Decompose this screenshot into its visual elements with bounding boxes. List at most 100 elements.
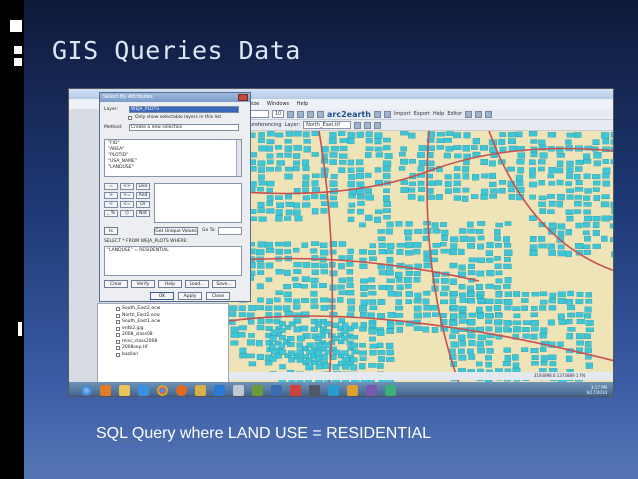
export-menu[interactable]: Export [414, 111, 430, 117]
toc-checkbox[interactable] [116, 320, 120, 325]
toc-checkbox[interactable] [116, 307, 120, 312]
media-player-icon[interactable] [100, 384, 111, 396]
parcel [265, 305, 273, 311]
map-view[interactable] [229, 131, 613, 383]
parcel [539, 291, 548, 297]
operator-button[interactable]: > [104, 192, 118, 199]
field-list[interactable]: "FID" "AREA" "PLOTID" "USA_NAME" "LANDUS… [104, 139, 242, 177]
tool-button[interactable] [364, 121, 372, 129]
load-button[interactable]: Load... [185, 280, 209, 288]
parcel [517, 167, 524, 174]
toc-checkbox[interactable] [116, 346, 120, 351]
app-icon[interactable] [385, 384, 396, 396]
arcmap-icon[interactable] [271, 384, 282, 396]
apply-button[interactable]: Apply [178, 292, 202, 300]
parcel [400, 179, 408, 185]
editor-menu[interactable]: Editor [447, 111, 462, 117]
get-unique-values-button[interactable]: Get Unique Values [154, 227, 198, 235]
field-list-scrollbar[interactable] [236, 140, 241, 176]
app-icon[interactable] [290, 384, 301, 396]
dialog-close-icon[interactable] [238, 94, 248, 101]
operator-button[interactable]: _ % [104, 210, 118, 217]
app-icon[interactable] [366, 384, 377, 396]
field-item[interactable]: "LANDUSE" [108, 165, 238, 171]
operator-button[interactable]: () [120, 210, 134, 217]
explorer-icon[interactable] [119, 384, 130, 396]
parcel [367, 312, 375, 319]
dropbox-icon[interactable] [214, 384, 225, 396]
parcel [529, 250, 538, 256]
font-size-combo[interactable]: 10 [272, 110, 284, 118]
unique-values-list[interactable] [154, 183, 242, 223]
where-clause-textbox[interactable]: "LANDUSE" = RESIDENTIAL [104, 246, 242, 276]
operator-button[interactable]: < [104, 201, 118, 208]
operator-button[interactable]: Not [136, 210, 150, 217]
toc-item[interactable]: bazilon [116, 352, 228, 359]
tool-button[interactable] [354, 121, 362, 129]
toc-checkbox[interactable] [116, 352, 120, 357]
operator-button[interactable]: Or [136, 201, 150, 208]
app-icon[interactable] [252, 384, 263, 396]
tool-button[interactable] [485, 110, 493, 118]
clear-button[interactable]: Clear [104, 280, 128, 288]
parcel [310, 248, 318, 254]
parcel [426, 160, 435, 167]
tool-button[interactable] [373, 110, 381, 118]
app-icon[interactable] [328, 384, 339, 396]
parcel [396, 326, 403, 333]
folder-icon[interactable] [195, 384, 206, 396]
layer-select[interactable]: WEJA_PLOTS [129, 106, 239, 113]
tool-button[interactable] [383, 110, 391, 118]
parcel [378, 356, 386, 362]
layer-combo[interactable]: North_East.tif [303, 121, 352, 129]
method-select[interactable]: Create a new selection [129, 124, 239, 131]
help-menu[interactable]: Help [433, 111, 444, 117]
toc-checkbox[interactable] [116, 313, 120, 318]
start-orb-icon[interactable] [81, 384, 92, 396]
arc2earth-logo[interactable]: arc2earth [327, 110, 371, 119]
tool-button[interactable] [465, 110, 473, 118]
app-icon[interactable] [309, 384, 320, 396]
help-button[interactable]: Help [158, 280, 182, 288]
menu-item-windows[interactable]: Windows [267, 101, 289, 107]
close-button[interactable]: Close [206, 292, 230, 300]
operator-button[interactable]: And [136, 192, 150, 199]
operator-button[interactable]: >= [120, 192, 134, 199]
parcel [516, 131, 523, 138]
font-color-button[interactable] [317, 110, 324, 118]
parcel [495, 278, 503, 284]
operator-button[interactable]: <> [120, 183, 134, 190]
import-menu[interactable]: Import [394, 111, 411, 117]
parcel [405, 250, 414, 256]
operator-button[interactable]: = [104, 183, 118, 190]
toc-checkbox[interactable] [116, 339, 120, 344]
internet-explorer-icon[interactable] [138, 384, 149, 396]
chrome-icon[interactable] [157, 384, 168, 396]
parcel [479, 145, 488, 151]
ok-button[interactable]: OK [150, 292, 174, 300]
system-clock[interactable]: 3:17 PM 6/17/2014 [586, 385, 613, 395]
operator-button[interactable]: Like [136, 183, 150, 190]
toc-checkbox[interactable] [116, 333, 120, 338]
parcel [338, 241, 347, 247]
underline-button[interactable] [307, 110, 314, 118]
menu-item-help[interactable]: Help [297, 101, 308, 107]
parcel [384, 153, 393, 159]
firefox-icon[interactable] [176, 384, 187, 396]
parcel [566, 299, 574, 305]
parcel [477, 298, 486, 303]
operator-button[interactable]: <= [120, 201, 134, 208]
toc-checkbox[interactable] [116, 326, 120, 331]
tool-button[interactable] [475, 110, 483, 118]
is-button[interactable]: Is [104, 227, 118, 235]
goto-input[interactable] [218, 227, 242, 235]
tool-button[interactable] [374, 121, 382, 129]
app-icon[interactable] [233, 384, 244, 396]
italic-button[interactable] [297, 110, 304, 118]
parcel [453, 166, 461, 171]
app-icon[interactable] [347, 384, 358, 396]
bold-button[interactable] [287, 110, 294, 118]
verify-button[interactable]: Verify [131, 280, 155, 288]
save-button[interactable]: Save... [212, 280, 236, 288]
only-selectable-checkbox[interactable] [128, 115, 132, 120]
